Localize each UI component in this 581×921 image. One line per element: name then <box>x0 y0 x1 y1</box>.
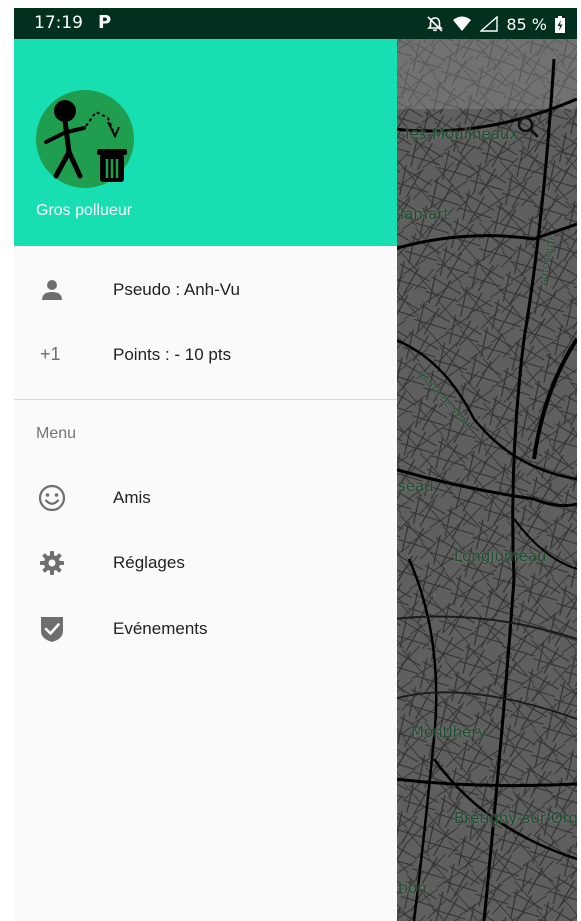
parking-notification-icon: P <box>98 12 112 33</box>
map-label-bottom: tion <box>398 879 427 897</box>
alarm-off-icon <box>426 15 444 33</box>
status-bar: 17:19 P 85 % <box>14 8 577 39</box>
menu-label-amis: Amis <box>113 488 151 507</box>
status-icons: 85 % <box>426 13 565 35</box>
battery-percent: 85 % <box>506 14 547 34</box>
pseudo-label: Pseudo : Anh-Vu <box>113 280 240 299</box>
points-label: Points : - 10 pts <box>113 345 232 364</box>
header-title: Gros pollueur <box>36 202 133 219</box>
drawer-divider <box>14 399 397 400</box>
cellular-signal-icon <box>480 16 499 32</box>
menu-item-reglages[interactable]: Réglages <box>14 538 397 588</box>
search-icon[interactable] <box>516 115 540 143</box>
map-label-longjumeau: Longjumeau <box>454 547 547 565</box>
profile-pseudo-row[interactable]: Pseudo : Anh-Vu <box>14 265 397 315</box>
status-time: 17:19 <box>34 13 83 33</box>
litterer-avatar-icon[interactable] <box>36 90 134 188</box>
plus-one-icon: +1 <box>40 344 61 364</box>
navigation-drawer: Gros pollueur Pseudo : Anh-Vu +1 Points … <box>14 39 397 921</box>
smiley-icon <box>38 484 66 512</box>
map-label-bretigny: Brétigny-sur-Orge <box>454 809 577 827</box>
menu-item-evenements[interactable]: Evénements <box>14 604 397 654</box>
drawer-header: Gros pollueur <box>14 39 397 246</box>
map-label-moulineaux: -les-Moulineaux <box>400 125 519 143</box>
menu-label-reglages: Réglages <box>113 553 185 572</box>
shield-check-icon <box>38 617 66 642</box>
battery-charging-icon <box>555 15 565 33</box>
wifi-icon <box>452 16 472 32</box>
menu-section-header: Menu <box>36 425 77 442</box>
map-label-palaiseau: seau <box>398 477 434 495</box>
menu-label-evenements: Evénements <box>113 619 208 638</box>
menu-item-amis[interactable]: Amis <box>14 473 397 523</box>
person-icon <box>38 278 66 302</box>
profile-points-row[interactable]: +1 Points : - 10 pts <box>14 330 397 380</box>
phone-screen: 17:19 P 85 % -les-Moulineaux lamart HAUT… <box>14 8 577 921</box>
map-label-clamart: lamart <box>400 205 450 223</box>
gear-icon <box>38 551 66 575</box>
map-label-montlhery: Montlhéry <box>411 723 487 741</box>
